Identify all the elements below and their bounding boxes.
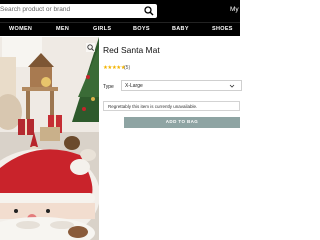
product-image[interactable] [0, 37, 99, 240]
zoom-icon[interactable] [86, 43, 95, 52]
rating-stars[interactable]: ★★★★★ [103, 65, 126, 71]
nav-women[interactable]: WOMEN [9, 26, 32, 32]
nav-men[interactable]: MEN [56, 26, 69, 32]
category-nav: WOMEN MEN GIRLS BOYS BABY SHOES [0, 22, 240, 36]
type-select[interactable]: X-Large [121, 80, 242, 91]
type-label: Type [103, 84, 114, 90]
product-photo [0, 37, 99, 240]
unavailable-notice: Regrettably this item is currently unava… [103, 101, 240, 111]
product-title: Red Santa Mat [103, 45, 160, 55]
nav-baby[interactable]: BABY [172, 26, 189, 32]
top-bar: Search product or brand My [0, 0, 240, 22]
search-input[interactable]: Search product or brand [0, 4, 157, 18]
unavailable-notice-text: Regrettably this item is currently unava… [108, 104, 198, 109]
search-icon[interactable] [144, 6, 154, 16]
add-to-bag-button[interactable]: ADD TO BAG [124, 117, 240, 128]
search-placeholder: Search product or brand [0, 6, 71, 13]
nav-boys[interactable]: BOYS [133, 26, 150, 32]
review-count[interactable]: (5) [124, 65, 130, 71]
nav-shoes[interactable]: SHOES [212, 26, 233, 32]
chevron-down-icon [229, 84, 235, 88]
add-to-bag-label: ADD TO BAG [165, 119, 199, 124]
nav-girls[interactable]: GIRLS [93, 26, 111, 32]
type-select-value: X-Large [125, 83, 143, 89]
account-link[interactable]: My [230, 6, 239, 13]
